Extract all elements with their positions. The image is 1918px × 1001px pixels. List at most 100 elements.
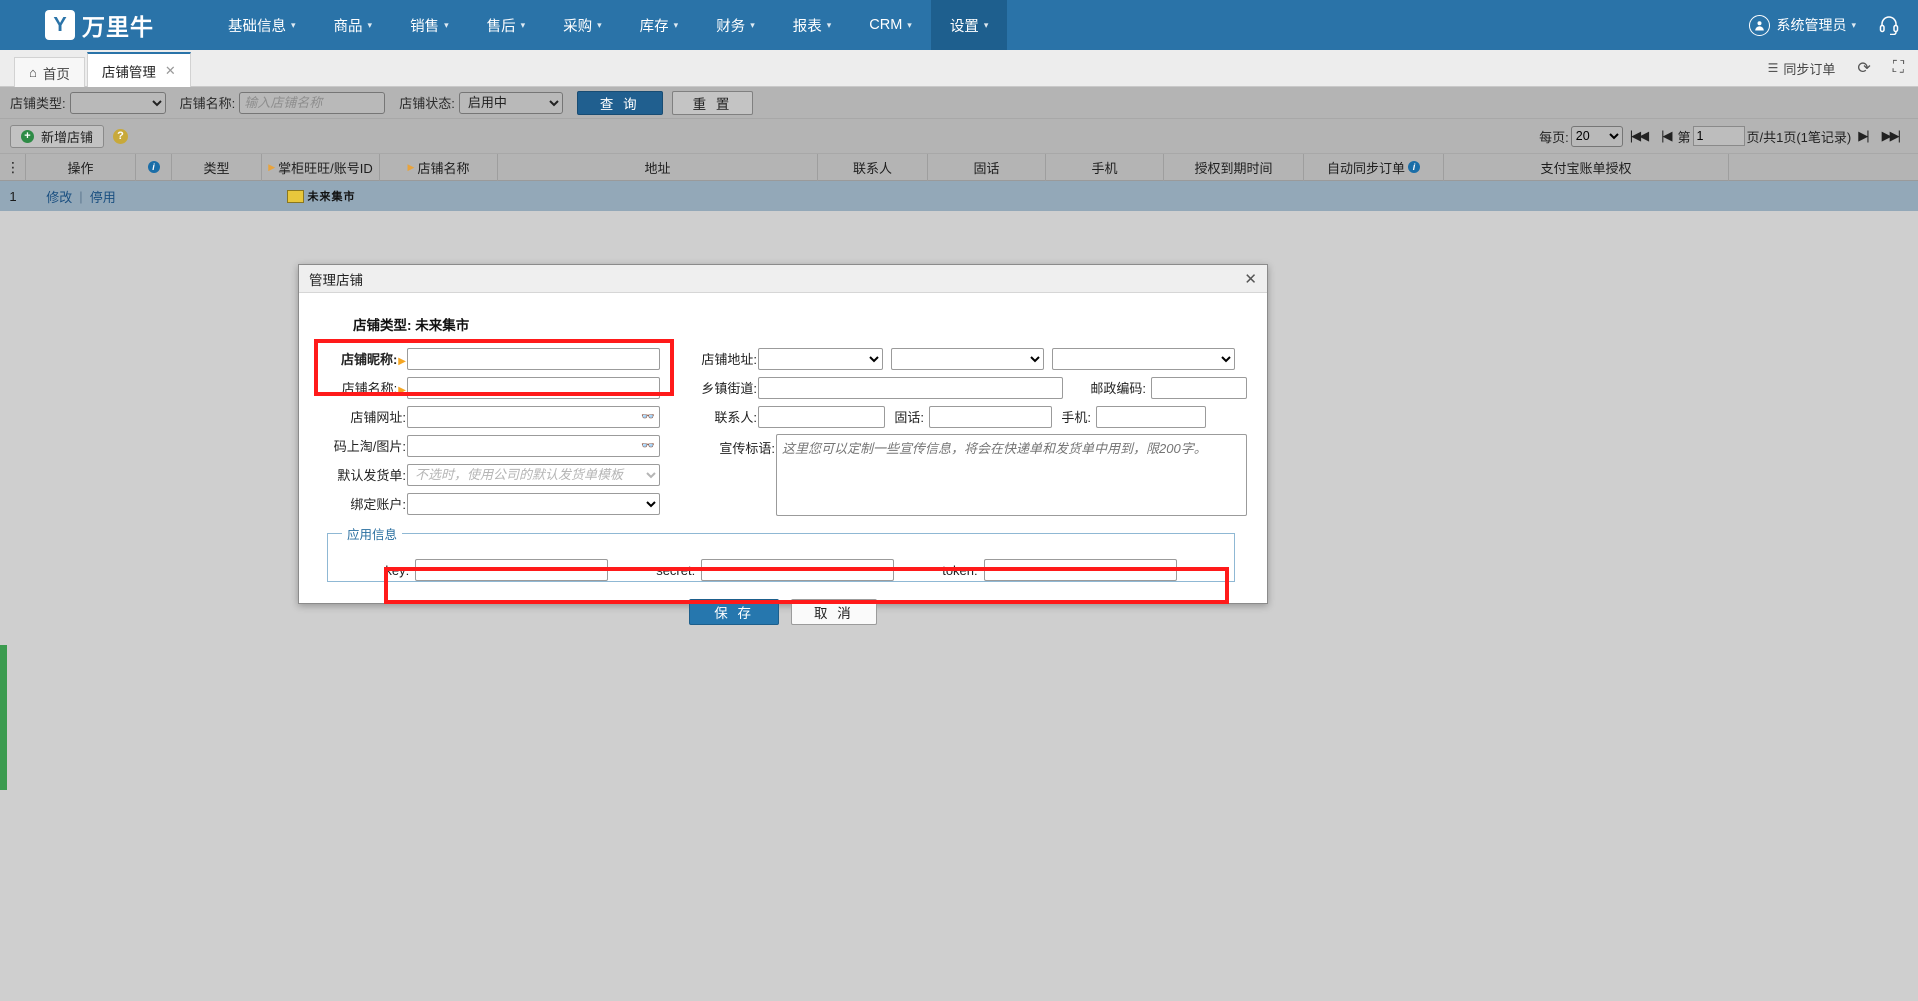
postcode-input[interactable] [1151, 376, 1247, 399]
table-header-cell-7[interactable]: 联系人 [818, 153, 928, 181]
disable-link[interactable]: 停用 [90, 187, 116, 206]
table-header-label: 授权到期时间 [1194, 160, 1273, 176]
logo-mark-icon: Y [45, 10, 75, 40]
slogan-textarea[interactable] [776, 434, 1247, 516]
address-province-select[interactable] [758, 347, 883, 370]
nav-item-6[interactable]: 财务 ▾ [697, 0, 774, 50]
per-page-select[interactable]: 20 [1570, 125, 1623, 147]
nav-item-0[interactable]: 基础信息 ▾ [209, 0, 315, 50]
sort-arrow-icon[interactable]: ▶ [408, 162, 415, 173]
page-number-input[interactable] [1692, 126, 1745, 146]
row-alipay-cell [1444, 181, 1729, 211]
nav-item-9[interactable]: 设置 ▾ [930, 0, 1008, 50]
edit-link[interactable]: 修改 [46, 187, 72, 206]
sync-orders-button[interactable]: ☰ 同步订单 [1768, 59, 1836, 78]
shop-name-input[interactable] [407, 376, 660, 399]
nav-item-7[interactable]: 报表 ▾ [774, 0, 851, 50]
mobile-input[interactable] [1096, 405, 1206, 428]
nav-item-2[interactable]: 销售 ▾ [391, 0, 468, 50]
tab-home[interactable]: ⌂ 首页 [14, 57, 85, 87]
chevron-down-icon: ▾ [444, 19, 449, 30]
prev-page-icon[interactable]: |◀ [1661, 128, 1672, 144]
table-header-cell-12[interactable]: 支付宝账单授权 [1444, 153, 1729, 181]
table-header-cell-2[interactable]: i [136, 153, 172, 181]
table-header-cell-5[interactable]: ▶ 店铺名称 [380, 153, 498, 181]
shop-url-input[interactable] [407, 405, 660, 428]
query-button[interactable]: 查 询 [576, 90, 663, 115]
question-circle-icon[interactable]: ? [113, 128, 129, 144]
action-row: + 新增店铺 ? 每页: 20 |◀◀ |◀ 第 页/共1页(1笔记录) ▶| … [0, 119, 1918, 154]
user-menu[interactable]: 系统管理员 ▾ [1749, 14, 1856, 36]
table-header-cell-6[interactable]: 地址 [498, 153, 818, 181]
save-button[interactable]: 保 存 [689, 599, 779, 625]
address-district-select[interactable] [1052, 347, 1235, 370]
brand-name: 万里牛 [82, 14, 154, 40]
next-page-icon[interactable]: ▶| [1858, 128, 1869, 144]
add-shop-label: 新增店铺 [41, 129, 94, 145]
link-preview-icon[interactable]: 👓 [641, 410, 655, 423]
table-header-cell-1[interactable]: 操作 [26, 153, 136, 181]
shop-url-label: 店铺网址: [350, 410, 406, 425]
first-page-icon[interactable]: |◀◀ [1630, 128, 1649, 144]
fullscreen-icon[interactable]: ⛶ [1893, 59, 1904, 77]
street-input[interactable] [758, 376, 1063, 399]
nav-item-3[interactable]: 售后 ▾ [468, 0, 545, 50]
app-info-legend: 应用信息 [347, 528, 398, 542]
shop-name-input[interactable] [239, 91, 386, 114]
manage-shop-dialog: 管理店铺 ✕ 店铺类型: 未来集市 店铺昵称:▶ 店铺名称:▶ 店铺网址: 👓 … [298, 264, 1268, 625]
chevron-down-icon: ▾ [291, 19, 296, 30]
chevron-down-icon: ▾ [673, 19, 679, 30]
shop-nickname-input[interactable] [407, 347, 660, 370]
add-shop-button[interactable]: + 新增店铺 [10, 124, 105, 148]
cancel-button[interactable]: 取 消 [791, 599, 877, 625]
headset-icon[interactable] [1878, 13, 1900, 38]
secret-input[interactable] [701, 559, 895, 581]
brand-logo[interactable]: Y 万里牛 [45, 8, 154, 42]
tab-shop-management[interactable]: 店铺管理 ✕ [86, 52, 191, 87]
info-icon[interactable]: i [147, 161, 160, 173]
refresh-icon[interactable]: ⟳ [1857, 58, 1870, 78]
tel-label: 固话: [894, 410, 924, 425]
secret-label: secret: [656, 562, 696, 578]
nav-item-8[interactable]: CRM ▾ [850, 0, 931, 50]
field-default-waybill: 默认发货单: 不选时，使用公司的默认发货单模板 [319, 460, 660, 489]
default-waybill-select[interactable]: 不选时，使用公司的默认发货单模板 [407, 463, 660, 486]
token-input[interactable] [983, 559, 1177, 581]
image-preview-icon[interactable]: 👓 [641, 439, 655, 452]
nav-item-label: 销售 [410, 18, 440, 35]
table-header-cell-3[interactable]: 类型 [172, 153, 262, 181]
table-header-label: 自动同步订单 [1326, 160, 1405, 176]
address-city-select[interactable] [891, 347, 1044, 370]
table-header-cell-0[interactable]: ⋮ [0, 153, 26, 181]
main-menu: 基础信息 ▾ 商品 ▾ 销售 ▾ 售后 ▾ 采购 ▾ 库存 ▾ 财务 ▾ 报表 ▾ CRM ▾ 设置 ▾ [209, 0, 1008, 50]
table-header-label: 掌柜旺旺/账号ID [278, 160, 373, 176]
nav-item-4[interactable]: 采购 ▾ [544, 0, 621, 50]
key-input[interactable] [415, 559, 609, 581]
table-header-cell-9[interactable]: 手机 [1046, 153, 1164, 181]
shop-type-select[interactable] [69, 91, 166, 114]
reset-button[interactable]: 重 置 [671, 90, 754, 115]
qr-image-input[interactable] [407, 434, 660, 457]
nav-item-5[interactable]: 库存 ▾ [621, 0, 698, 50]
contact-input[interactable] [758, 405, 885, 428]
table-header: ⋮ 操作 i 类型 ▶ 掌柜旺旺/账号ID ▶ 店铺名称 地址 联系人 固话 手机 授权到期时间 自动同步… [0, 153, 1918, 181]
column-settings-icon[interactable]: ⋮ [6, 159, 20, 176]
table-header-cell-4[interactable]: ▶ 掌柜旺旺/账号ID [262, 153, 380, 181]
table-row[interactable]: 1 修改 | 停用 未来集市 [0, 181, 1918, 211]
sort-arrow-icon[interactable]: ▶ [268, 162, 275, 173]
info-icon[interactable]: i [1408, 161, 1420, 173]
row-number-cell: 1 [0, 181, 26, 211]
last-page-icon[interactable]: ▶▶| [1882, 128, 1901, 144]
bound-account-select[interactable] [407, 492, 660, 515]
nav-right-group: 系统管理员 ▾ [1749, 13, 1900, 38]
nav-item-1[interactable]: 商品 ▾ [315, 0, 392, 50]
shop-status-select[interactable]: 启用中 [458, 91, 563, 114]
table-header-cell-8[interactable]: 固话 [928, 153, 1046, 181]
close-icon[interactable]: ✕ [165, 63, 176, 79]
table-header-cell-11[interactable]: 自动同步订单 i [1304, 153, 1444, 181]
tel-input[interactable] [929, 405, 1052, 428]
tab-home-label: 首页 [42, 66, 70, 82]
table-header-cell-10[interactable]: 授权到期时间 [1164, 153, 1304, 181]
close-icon[interactable]: ✕ [1244, 270, 1257, 288]
per-page-label: 每页: [1539, 129, 1569, 145]
